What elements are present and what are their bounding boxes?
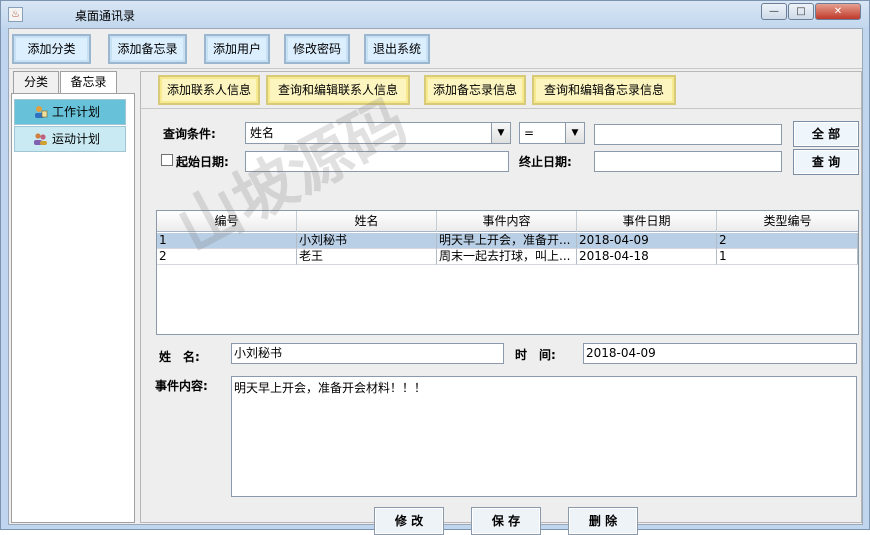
minimize-button[interactable]: — (761, 3, 787, 20)
memo-table[interactable]: 编号 姓名 事件内容 事件日期 类型编号 1 小刘秘书 明天早上开会，准备开..… (156, 210, 859, 335)
main-toolbar: 添加分类 添加备忘录 添加用户 修改密码 退出系统 (9, 29, 862, 69)
cell-name: 老王 (297, 249, 437, 265)
query-condition-label: 查询条件: (163, 127, 216, 141)
title-bar[interactable]: ♨ 桌面通讯录 — □ ✕ (1, 1, 869, 28)
add-memo-label: 添加备忘录 (117, 42, 178, 56)
category-item-sport-plan[interactable]: 运动计划 (14, 126, 126, 152)
delete-button[interactable]: 删 除 (568, 507, 638, 535)
add-category-label: 添加分类 (27, 42, 76, 56)
exit-system-label: 退出系统 (372, 42, 421, 56)
add-user-button[interactable]: 添加用户 (204, 34, 270, 64)
show-all-button[interactable]: 全 部 (793, 121, 859, 147)
query-value-input[interactable] (594, 124, 782, 145)
cell-type-id: 2 (717, 233, 858, 249)
column-header-date[interactable]: 事件日期 (577, 211, 717, 232)
category-label: 工作计划 (52, 105, 101, 119)
right-panel: 添加联系人信息 查询和编辑联系人信息 添加备忘录信息 查询和编辑备忘录信息 查询… (140, 71, 862, 535)
client-area: 添加分类 添加备忘录 添加用户 修改密码 退出系统 分类 备忘录 工作计划 运动… (8, 28, 863, 535)
query-field-value: 姓名 (250, 126, 275, 140)
column-header-content[interactable]: 事件内容 (437, 211, 577, 232)
change-password-button[interactable]: 修改密码 (284, 34, 350, 64)
chevron-down-icon[interactable]: ▼ (491, 123, 510, 143)
start-date-input[interactable] (245, 151, 509, 172)
detail-name-input[interactable]: 小刘秘书 (231, 343, 504, 364)
tab-memo[interactable]: 备忘录 (60, 71, 117, 93)
add-contact-button[interactable]: 添加联系人信息 (158, 75, 260, 105)
close-button[interactable]: ✕ (815, 3, 861, 20)
cell-date: 2018-04-09 (577, 233, 717, 249)
add-memo-button[interactable]: 添加备忘录 (108, 34, 187, 64)
column-header-name[interactable]: 姓名 (297, 211, 437, 232)
column-header-id[interactable]: 编号 (157, 211, 297, 232)
change-password-label: 修改密码 (292, 42, 341, 56)
start-date-label: 起始日期: (176, 155, 229, 169)
table-row[interactable]: 1 小刘秘书 明天早上开会，准备开... 2018-04-09 2 (157, 233, 858, 249)
detail-content-textarea[interactable]: 明天早上开会，准备开会材料！！！ (231, 376, 857, 497)
detail-time-input[interactable]: 2018-04-09 (583, 343, 857, 364)
cell-content: 明天早上开会，准备开... (437, 233, 577, 249)
memo-category-list: 工作计划 运动计划 (11, 93, 135, 523)
category-item-work-plan[interactable]: 工作计划 (14, 99, 126, 125)
end-date-input[interactable] (594, 151, 782, 172)
end-date-label: 终止日期: (519, 155, 572, 169)
window-title: 桌面通讯录 (75, 9, 136, 23)
detail-time-label: 时 间: (515, 348, 556, 362)
table-header: 编号 姓名 事件内容 事件日期 类型编号 (157, 211, 858, 232)
add-category-button[interactable]: 添加分类 (12, 34, 91, 64)
search-button[interactable]: 查 询 (793, 149, 859, 175)
query-operator-select[interactable]: = ▼ (519, 122, 585, 144)
detail-name-label: 姓 名: (159, 350, 200, 364)
add-memo-info-button[interactable]: 添加备忘录信息 (424, 75, 526, 105)
exit-system-button[interactable]: 退出系统 (364, 34, 430, 64)
tab-category[interactable]: 分类 (13, 71, 59, 93)
app-window: ♨ 桌面通讯录 — □ ✕ 添加分类 添加备忘录 添加用户 修改密码 退出系统 … (0, 0, 870, 535)
edit-button[interactable]: 修 改 (374, 507, 444, 535)
java-app-icon: ♨ (8, 7, 23, 22)
query-edit-contact-button[interactable]: 查询和编辑联系人信息 (266, 75, 410, 105)
query-operator-value: = (524, 126, 535, 140)
query-edit-memo-button[interactable]: 查询和编辑备忘录信息 (532, 75, 676, 105)
maximize-button[interactable]: □ (788, 3, 814, 20)
cell-id: 2 (157, 249, 297, 265)
cell-type-id: 1 (717, 249, 858, 265)
save-button[interactable]: 保 存 (471, 507, 541, 535)
table-row[interactable]: 2 老王 周末一起去打球，叫上... 2018-04-18 1 (157, 249, 858, 265)
query-field-select[interactable]: 姓名 ▼ (245, 122, 511, 144)
left-panel: 分类 备忘录 工作计划 运动计划 (11, 71, 135, 523)
group-icon (34, 133, 47, 145)
start-date-checkbox[interactable] (161, 154, 173, 166)
category-label: 运动计划 (52, 132, 101, 146)
sub-toolbar: 添加联系人信息 查询和编辑联系人信息 添加备忘录信息 查询和编辑备忘录信息 (141, 72, 861, 109)
cell-date: 2018-04-18 (577, 249, 717, 265)
detail-content-label: 事件内容: (155, 379, 208, 393)
add-user-label: 添加用户 (212, 42, 261, 56)
column-header-type-id[interactable]: 类型编号 (717, 211, 858, 232)
person-icon (35, 106, 48, 118)
cell-name: 小刘秘书 (297, 233, 437, 249)
cell-id: 1 (157, 233, 297, 249)
chevron-down-icon[interactable]: ▼ (565, 123, 584, 143)
cell-content: 周末一起去打球，叫上... (437, 249, 577, 265)
